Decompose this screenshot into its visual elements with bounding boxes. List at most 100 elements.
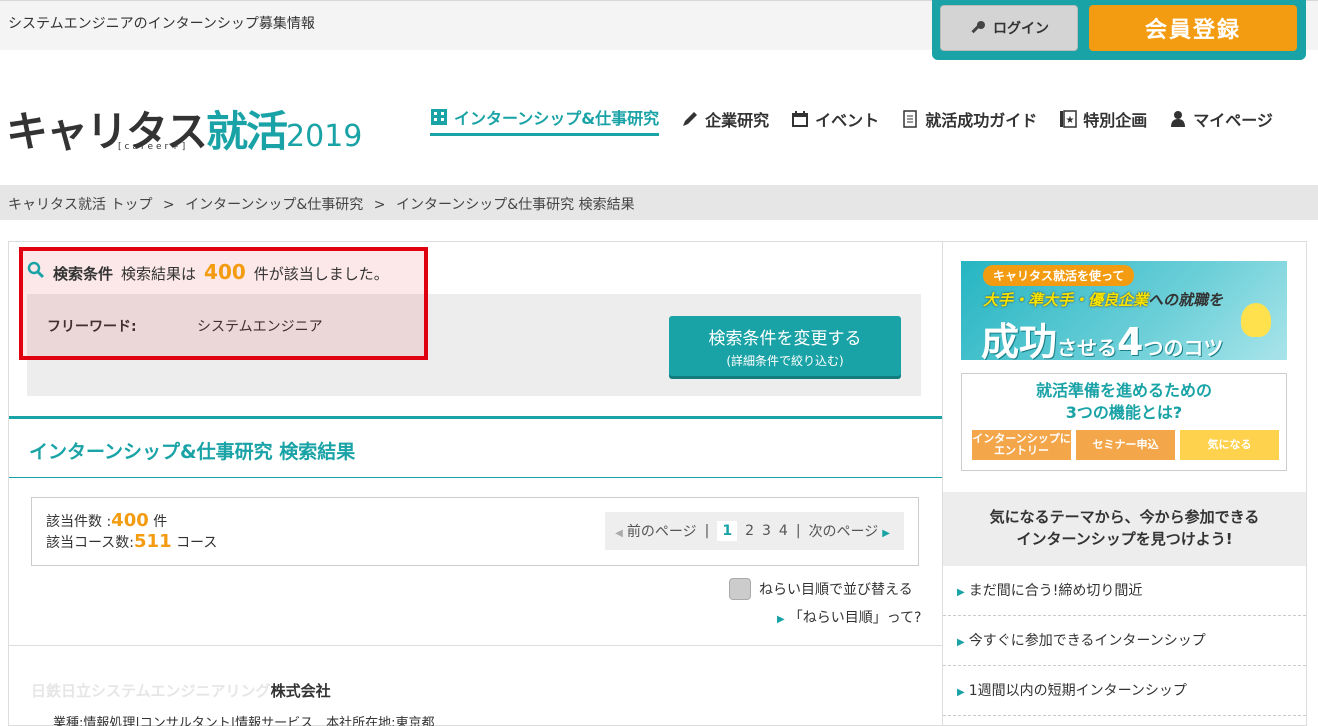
nav-label: 企業研究: [705, 111, 770, 130]
condition-label: 検索条件: [53, 265, 114, 283]
search-icon: [27, 261, 45, 279]
hits-value: 400: [111, 510, 149, 531]
page-4[interactable]: 4: [779, 523, 788, 539]
register-button[interactable]: 会員登録: [1089, 5, 1297, 51]
sort-toggle[interactable]: ねらい目順で並び替える: [729, 578, 913, 600]
auth-box: ログイン 会員登録: [932, 0, 1306, 60]
result-suffix: 件が該当しました。: [253, 265, 389, 283]
banner-big1: 成功: [981, 320, 1058, 360]
logo-accent: 就活: [206, 107, 288, 156]
banner-line2: 大手・準大手・優良企業への就職を: [983, 289, 1223, 310]
pager: ◀ 前のページ | 1 2 3 4 | 次のページ ▶: [605, 512, 904, 550]
sort-help-link[interactable]: ▶ 「ねらい目順」って?: [777, 607, 921, 627]
logo-subtitle: [career+]: [118, 142, 189, 152]
sidebar: キャリタス就活を使って 大手・準大手・優良企業への就職を 成功させる4つのコツ …: [942, 241, 1307, 726]
building-icon: [431, 108, 447, 125]
change-condition-button[interactable]: 検索条件を変更する (詳細条件で絞り込む): [669, 316, 901, 376]
features-title-line1: 就活準備を進めるための: [1035, 381, 1212, 400]
feature-favorite: 気になる: [1180, 430, 1279, 460]
triangle-icon: ▶: [777, 614, 785, 625]
company-meta: 業種:情報処理|コンサルタント|情報サービス 本社所在地:東京都: [53, 716, 435, 726]
theme-header-line2: インターンシップを見つけよう!: [1016, 530, 1233, 548]
nav-label: イベント: [815, 111, 880, 130]
courses-label: 該当コース数:: [46, 535, 135, 551]
sort-checkbox[interactable]: [729, 578, 751, 600]
page-2[interactable]: 2: [745, 523, 754, 539]
nav-label: 就活成功ガイド: [925, 111, 1038, 130]
pager-sep: |: [795, 523, 801, 539]
calendar-icon: [792, 111, 809, 127]
star-book-icon: ★: [1060, 110, 1077, 128]
theme-header: 気になるテーマから、今から参加できる インターンシップを見つけよう!: [943, 492, 1306, 566]
theme-item-label: 1週間以内の短期インターンシップ: [968, 683, 1187, 699]
courses-unit: コース: [176, 535, 218, 551]
theme-item-label: 今すぐに参加できるインターンシップ: [968, 633, 1206, 649]
nav-label: マイページ: [1193, 111, 1273, 130]
document-icon: [903, 110, 917, 128]
hits-label: 該当件数 :: [46, 514, 112, 530]
main-nav: インターンシップ&仕事研究 企業研究 イベント 就活成功ガイド ★ 特別企画 マ…: [430, 102, 1273, 136]
nav-internship[interactable]: インターンシップ&仕事研究: [430, 102, 660, 136]
page-1[interactable]: 1: [717, 521, 738, 541]
nav-special[interactable]: ★ 特別企画: [1059, 102, 1147, 136]
results-header: インターンシップ&仕事研究 検索結果: [9, 416, 943, 478]
results-summary: 該当件数 :400 件 該当コース数:511 コース ◀ 前のページ | 1 2 …: [31, 497, 919, 566]
svg-text:★: ★: [1066, 115, 1075, 126]
banner-mid2: つのコツ: [1143, 336, 1224, 360]
theme-item-label: まだ間に合う!締め切り間近: [968, 583, 1143, 599]
divider: [9, 645, 943, 646]
banner-line2-rest: への就職を: [1148, 291, 1224, 309]
prev-page-link[interactable]: ◀ 前のページ: [615, 521, 696, 541]
prev-page-label: 前のページ: [626, 524, 697, 540]
company-name-suffix: 株式会社: [270, 682, 331, 700]
banner-pill: キャリタス就活を使って: [983, 265, 1135, 286]
nav-mypage[interactable]: マイページ: [1169, 102, 1273, 136]
banner-mid1: させる: [1057, 336, 1118, 360]
theme-item[interactable]: ▶ 今すぐに参加できるインターンシップ: [943, 616, 1306, 666]
nav-success-guide[interactable]: 就活成功ガイド: [901, 102, 1037, 136]
pager-sep: |: [704, 523, 710, 539]
site-logo[interactable]: キャリタス就活2019 [career+]: [6, 98, 362, 158]
nav-label: 特別企画: [1083, 111, 1148, 130]
triangle-icon: ▶: [957, 687, 965, 698]
login-label: ログイン: [993, 21, 1049, 37]
theme-header-line1: 気になるテーマから、今から参加できる: [989, 508, 1260, 526]
login-button[interactable]: ログイン: [940, 5, 1078, 51]
sort-help-label: 「ねらい目順」って?: [788, 610, 922, 626]
next-page-label: 次のページ: [808, 524, 879, 540]
features-buttons: インターンシップにエントリー セミナー申込 気になる: [972, 430, 1279, 460]
theme-item[interactable]: ▶ まだ間に合う!締め切り間近: [943, 566, 1306, 616]
triangle-icon: ▶: [957, 637, 965, 648]
breadcrumb-internship[interactable]: インターンシップ&仕事研究: [185, 197, 363, 213]
company-name[interactable]: 日鉄日立システムエンジニアリング株式会社: [31, 680, 331, 701]
breadcrumb-top[interactable]: キャリタス就活 トップ: [8, 197, 152, 213]
pencil-icon: [683, 112, 698, 126]
nav-label: インターンシップ&仕事研究: [454, 108, 660, 128]
success-tips-banner[interactable]: キャリタス就活を使って 大手・準大手・優良企業への就職を 成功させる4つのコツ: [961, 261, 1287, 360]
logo-year: 2019: [286, 119, 363, 154]
search-condition-header: 検索条件 検索結果は 400 件が該当しました。: [27, 260, 389, 284]
breadcrumb-sep: >: [162, 197, 175, 213]
page-3[interactable]: 3: [762, 523, 771, 539]
sort-label: ねらい目順で並び替える: [759, 582, 913, 598]
banner-big2: 4: [1117, 320, 1144, 360]
theme-item[interactable]: ▶ 1週間以内の短期インターンシップ: [943, 666, 1306, 716]
main-content: フリーワード: システムエンジニア 検索条件を変更する (詳細条件で絞り込む) …: [8, 241, 943, 726]
courses-line: 該当コース数:511 コース: [46, 531, 217, 552]
banner-line3: 成功させる4つのコツ: [981, 311, 1223, 360]
company-name-faded: 日鉄日立システムエンジニアリング: [31, 682, 271, 700]
result-prefix: 検索結果は: [121, 265, 197, 283]
next-page-link[interactable]: 次のページ ▶: [809, 521, 894, 541]
nav-event[interactable]: イベント: [791, 102, 879, 136]
hits-line: 該当件数 :400 件: [46, 510, 167, 531]
breadcrumb-sep: >: [373, 197, 386, 213]
features-banner[interactable]: 就活準備を進めるための 3つの機能とは? インターンシップにエントリー セミナー…: [961, 373, 1287, 471]
results-title: インターンシップ&仕事研究 検索結果: [29, 441, 356, 463]
banner-line2-highlight: 大手・準大手・優良企業: [983, 291, 1149, 309]
nav-company-research[interactable]: 企業研究: [681, 102, 769, 136]
feature-seminar: セミナー申込: [1076, 430, 1175, 460]
feature-entry: インターンシップにエントリー: [972, 430, 1071, 460]
breadcrumb: キャリタス就活 トップ > インターンシップ&仕事研究 > インターンシップ&仕…: [0, 185, 1318, 220]
hits-unit: 件: [153, 514, 168, 530]
result-count: 400: [204, 260, 246, 284]
